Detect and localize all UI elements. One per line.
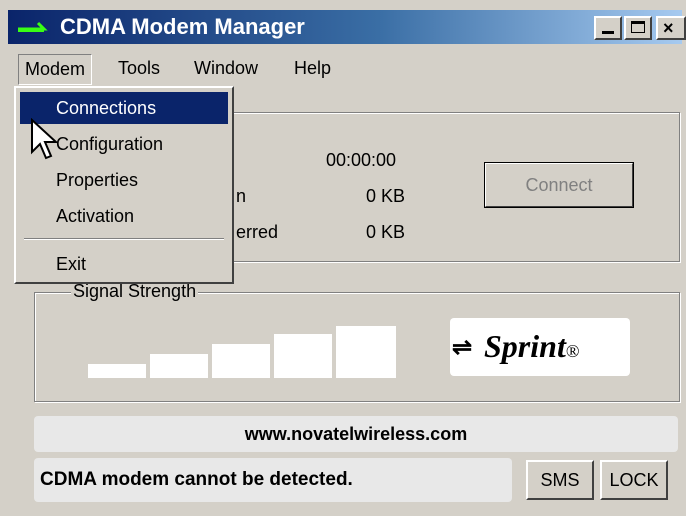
minimize-icon xyxy=(602,31,614,34)
signal-bar-4 xyxy=(274,334,332,378)
menu-modem[interactable]: Modem xyxy=(18,54,93,85)
signal-strength-label: Signal Strength xyxy=(71,281,199,302)
sms-button[interactable]: SMS xyxy=(526,460,594,500)
lock-button[interactable]: LOCK xyxy=(600,460,668,500)
menu-item-properties[interactable]: Properties xyxy=(20,164,228,196)
menu-item-exit[interactable]: Exit xyxy=(20,248,228,280)
sprint-arrows-icon: ⇌ xyxy=(452,334,473,361)
maximize-icon xyxy=(631,21,645,33)
registered-mark: ® xyxy=(565,341,580,361)
sprint-logo: ⇌ Sprint® xyxy=(450,318,630,376)
transferred-value: 0 KB xyxy=(366,222,406,242)
modem-manager-window: CDMA Modem Manager × Modem Tools Window … xyxy=(0,0,686,516)
menu-window[interactable]: Window xyxy=(194,58,258,79)
minimize-button[interactable] xyxy=(594,16,622,40)
menu-tools[interactable]: Tools xyxy=(118,58,160,79)
sprint-logo-text: Sprint xyxy=(484,328,566,364)
maximize-button[interactable] xyxy=(624,16,652,40)
close-icon: × xyxy=(663,18,674,38)
vendor-url[interactable]: www.novatelwireless.com xyxy=(34,416,678,452)
arrow-cursor-icon xyxy=(31,118,58,160)
menu-bar: Modem Tools Window Help xyxy=(8,50,682,90)
status-message: CDMA modem cannot be detected. xyxy=(34,458,512,502)
connection-time-value: 00:00:00 xyxy=(326,150,397,170)
modem-icon xyxy=(18,21,48,32)
modem-menu-dropdown: Connections Configuration Properties Act… xyxy=(14,86,234,284)
menu-help[interactable]: Help xyxy=(294,58,331,79)
signal-bar-2 xyxy=(150,354,208,378)
menu-separator xyxy=(24,238,224,240)
transferred-label: erred xyxy=(236,222,279,242)
received-value: 0 KB xyxy=(366,186,406,206)
signal-bar-3 xyxy=(212,344,270,378)
received-label: n xyxy=(236,186,247,206)
window-title: CDMA Modem Manager xyxy=(60,14,305,39)
signal-bar-5 xyxy=(336,326,396,378)
menu-item-activation[interactable]: Activation xyxy=(20,200,228,232)
connect-button[interactable]: Connect xyxy=(484,162,634,208)
signal-bar-1 xyxy=(88,364,146,378)
close-button[interactable]: × xyxy=(656,16,686,40)
